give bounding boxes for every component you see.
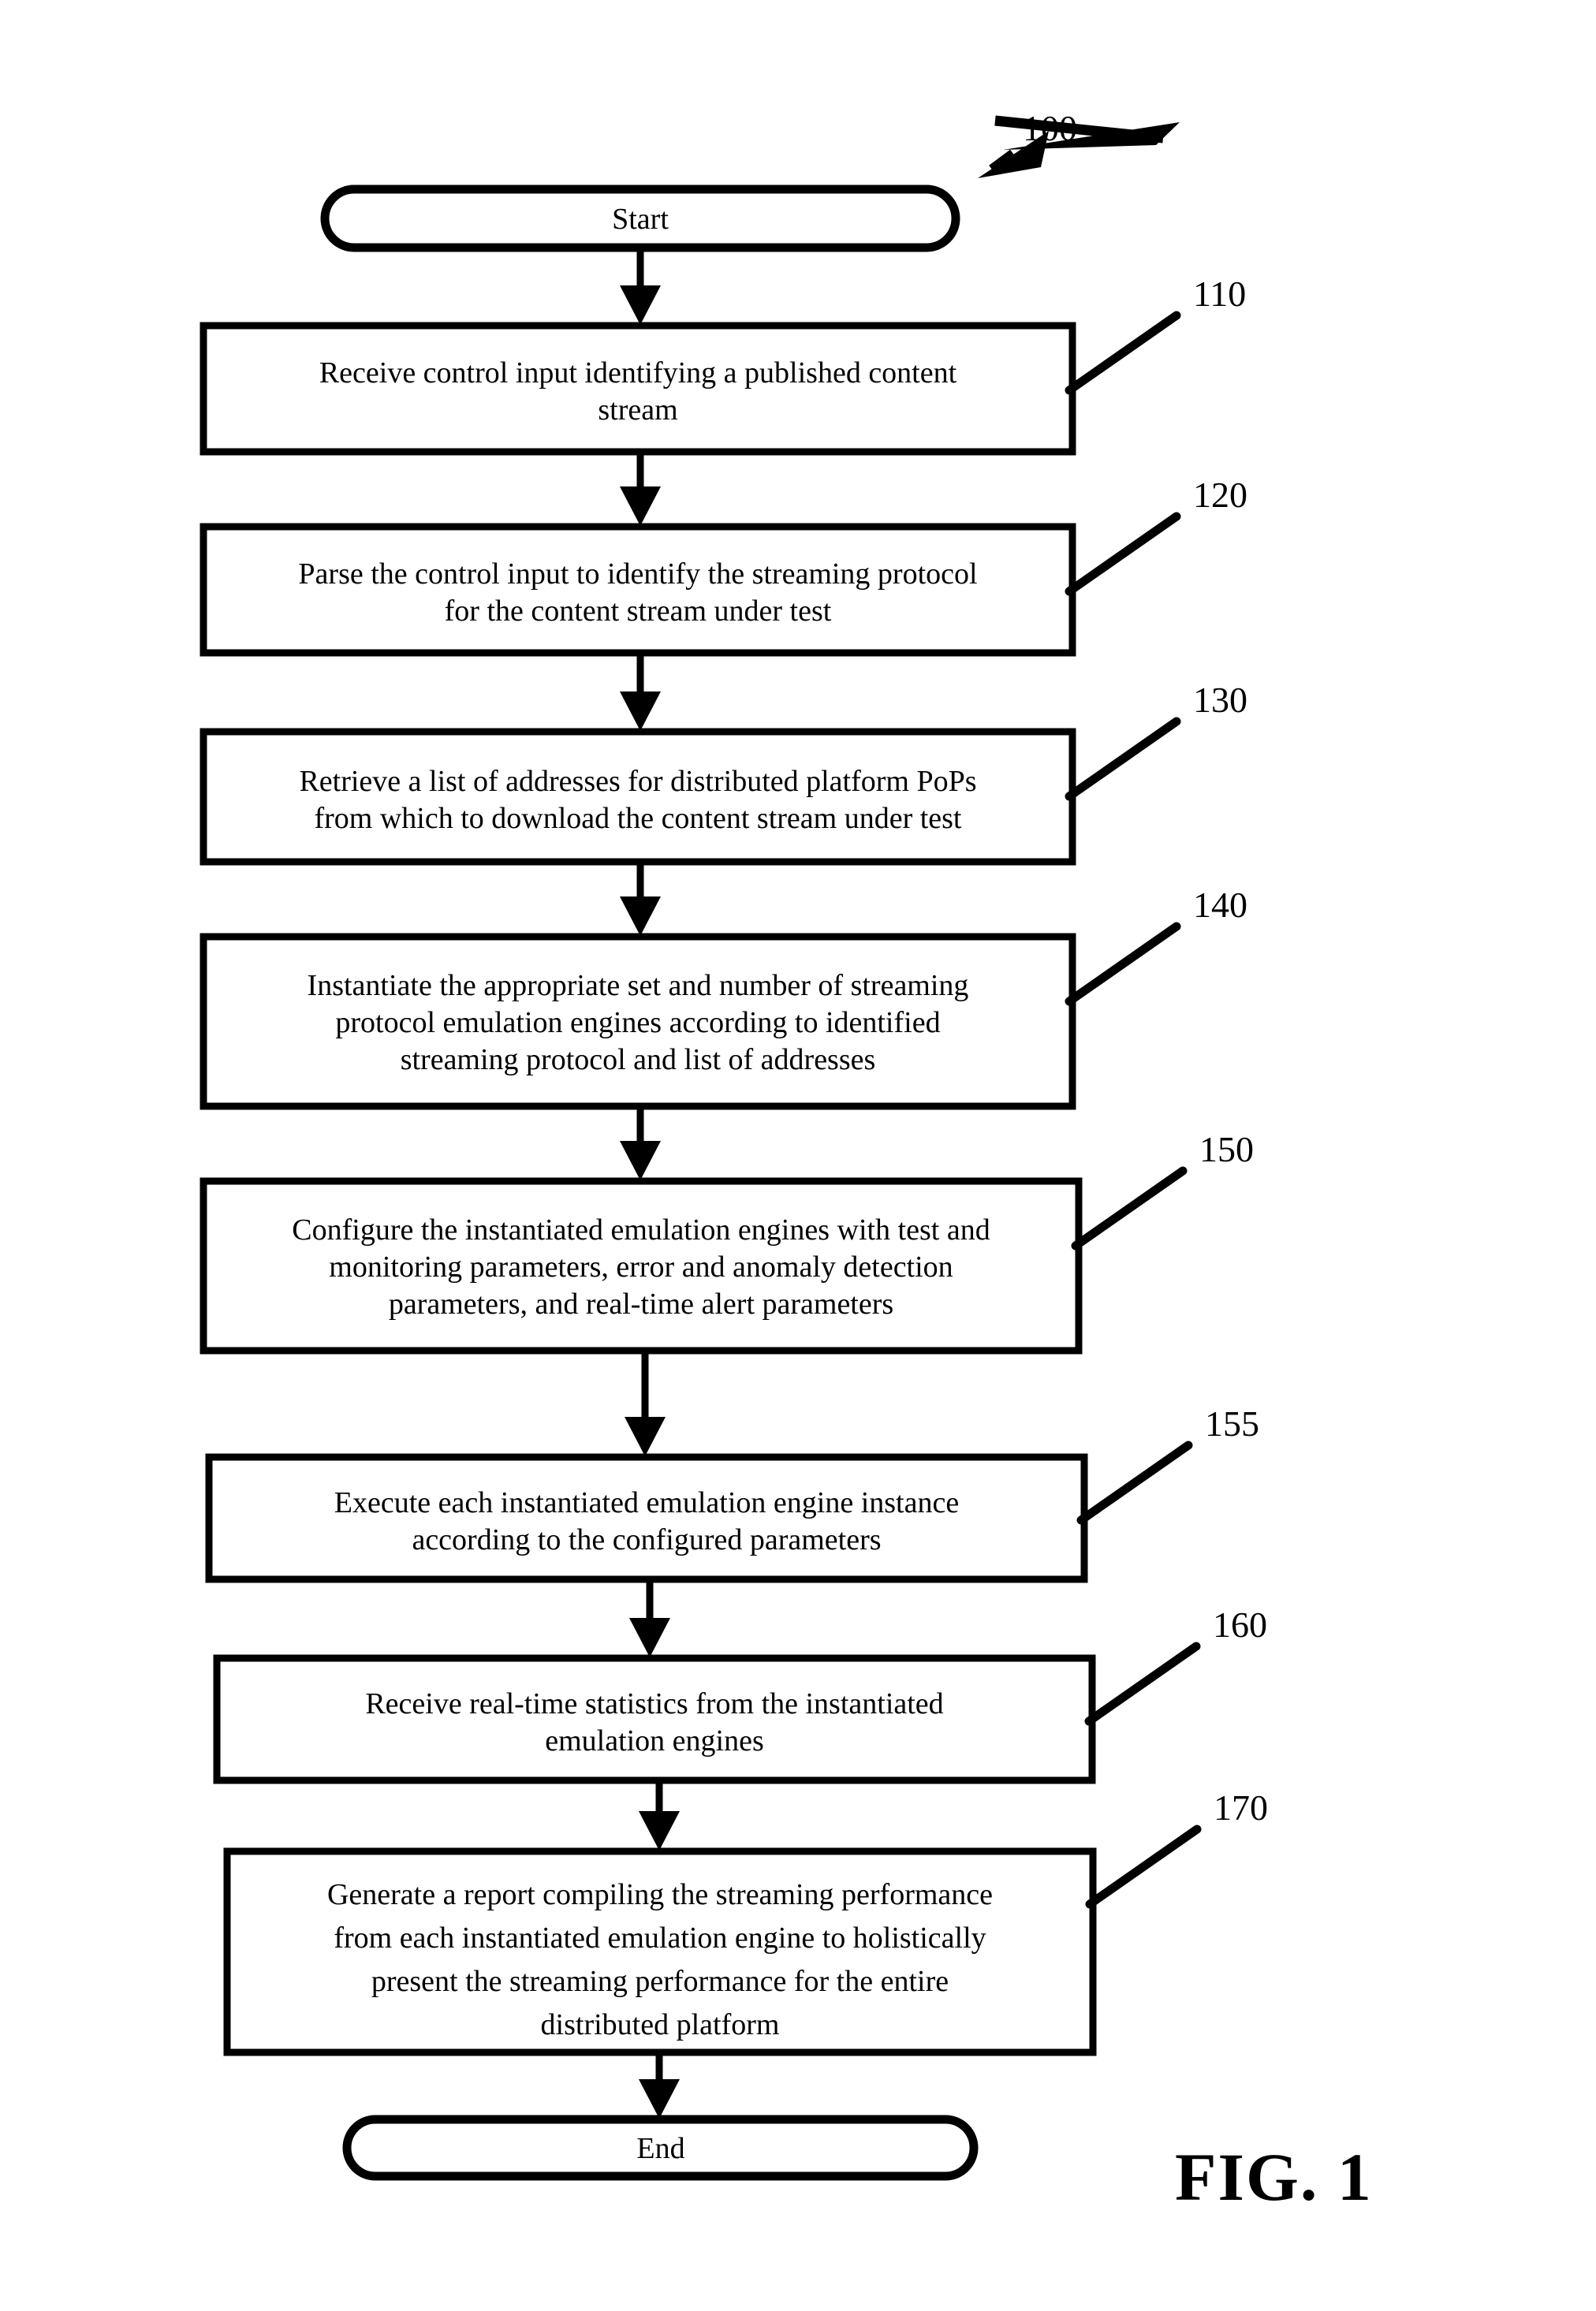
leader-line-120 <box>1065 512 1181 596</box>
process-box-170-line-1: from each instantiated emulation engine … <box>334 1921 986 1955</box>
process-box-155-line-1: according to the configured parameters <box>412 1523 881 1556</box>
process-box-140-line-0: Instantiate the appropriate set and numb… <box>308 969 969 1002</box>
terminator-start: Start <box>320 185 960 252</box>
terminator-end-label: End <box>636 2132 684 2165</box>
connector-170-to-end-arrowhead <box>639 2079 680 2119</box>
process-box-170-line-2: present the streaming performance for th… <box>371 1965 949 1998</box>
process-box-170-line-0: Generate a report compiling the streamin… <box>327 1878 993 1911</box>
process-box-120-line-0: Parse the control input to identify the … <box>298 557 977 591</box>
leader-line-155 <box>1076 1441 1193 1525</box>
process-box-150: Configure the instantiated emulation eng… <box>200 1177 1083 1355</box>
patent-figure-page: 100 Start Receive control input identify… <box>0 0 1596 2311</box>
connector-140-to-150 <box>620 1106 661 1180</box>
ref-label-120: 120 <box>1193 475 1247 515</box>
ref-label-140: 140 <box>1193 885 1247 925</box>
leader-line-170 <box>1085 1825 1202 1909</box>
connector-130-to-140-arrowhead <box>620 896 661 936</box>
process-box-130: Retrieve a list of addresses for distrib… <box>200 728 1076 866</box>
process-box-160: Receive real-time statistics from the in… <box>213 1654 1096 1784</box>
connector-110-to-120 <box>620 452 661 526</box>
connector-120-to-130-arrowhead <box>620 691 661 731</box>
process-box-120-line-1: for the content stream under test <box>445 595 832 628</box>
leader-line-140 <box>1065 922 1181 1006</box>
connector-120-to-130 <box>620 653 661 731</box>
process-box-140-line-2: streaming protocol and list of addresses <box>401 1043 876 1076</box>
ref-label-110: 110 <box>1193 274 1246 314</box>
connector-170-to-end <box>639 2052 680 2119</box>
process-box-110-line-0: Receive control input identifying a publ… <box>319 356 957 390</box>
connector-start-to-110 <box>620 249 661 325</box>
process-box-130-line-0: Retrieve a list of addresses for distrib… <box>299 765 976 798</box>
leader-line-110 <box>1065 311 1181 395</box>
ref-label-160: 160 <box>1213 1605 1267 1645</box>
connector-160-to-170 <box>639 1780 680 1851</box>
process-box-170-line-3: distributed platform <box>541 2008 780 2041</box>
ref-label-170: 170 <box>1214 1787 1268 1828</box>
leader-line-150 <box>1071 1166 1188 1251</box>
ref-label-100: 100 <box>1023 108 1077 148</box>
connector-160-to-170-arrowhead <box>639 1811 680 1851</box>
process-box-110-line-1: stream <box>598 393 677 427</box>
connector-start-to-110-arrowhead <box>620 285 661 325</box>
connector-140-to-150-arrowhead <box>620 1141 661 1180</box>
process-box-140: Instantiate the appropriate set and numb… <box>200 933 1076 1110</box>
process-box-155-line-0: Execute each instantiated emulation engi… <box>334 1486 959 1519</box>
process-box-160-line-1: emulation engines <box>545 1724 764 1757</box>
flowchart-canvas: 100 Start Receive control input identify… <box>200 108 1373 2215</box>
connector-110-to-120-arrowhead <box>620 486 661 526</box>
process-box-150-line-2: parameters, and real-time alert paramete… <box>389 1288 893 1321</box>
process-box-150-line-1: monitoring parameters, error and anomaly… <box>329 1251 953 1284</box>
process-box-120: Parse the control input to identify the … <box>200 523 1076 657</box>
process-box-170: Generate a report compiling the streamin… <box>223 1847 1097 2056</box>
connector-130-to-140 <box>620 862 661 936</box>
connector-150-to-155-arrowhead <box>625 1417 666 1456</box>
connector-155-to-160-arrowhead <box>629 1618 670 1657</box>
process-box-110: Receive control input identifying a publ… <box>200 322 1076 456</box>
terminator-end: End <box>342 2115 979 2181</box>
ref-label-130: 130 <box>1193 680 1247 720</box>
leader-line-130 <box>1065 717 1181 801</box>
process-ref-arrow-100 <box>978 115 1180 178</box>
figure-caption: FIG. 1 <box>1175 2139 1373 2215</box>
leader-line-160 <box>1084 1642 1201 1726</box>
process-box-150-line-0: Configure the instantiated emulation eng… <box>292 1213 990 1247</box>
connector-150-to-155 <box>625 1351 666 1456</box>
ref-label-155: 155 <box>1205 1403 1259 1444</box>
process-box-130-line-1: from which to download the content strea… <box>314 802 961 835</box>
process-box-140-line-1: protocol emulation engines according to … <box>335 1006 940 1039</box>
connector-155-to-160 <box>629 1579 670 1657</box>
ref-label-150: 150 <box>1199 1129 1254 1169</box>
process-box-155: Execute each instantiated emulation engi… <box>205 1453 1088 1583</box>
process-box-160-line-0: Receive real-time statistics from the in… <box>365 1687 943 1720</box>
terminator-start-label: Start <box>612 203 669 236</box>
